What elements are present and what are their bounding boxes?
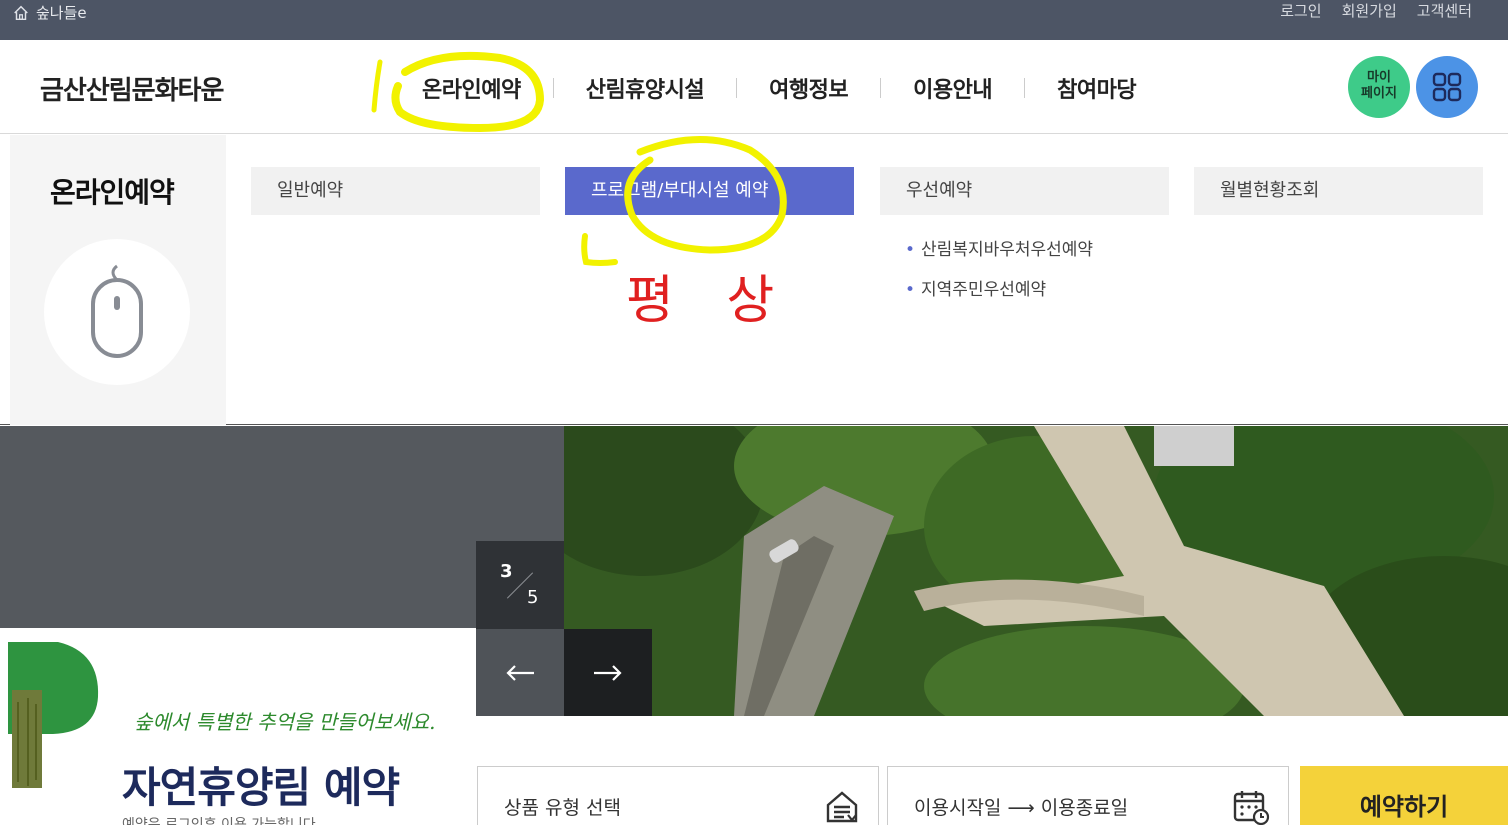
nav-participation[interactable]: 참여마당 (1025, 72, 1168, 104)
mypage-label-line1: 마이 (1367, 70, 1391, 85)
top-utility-bar: 숲나들e 로그인 회원가입 고객센터 (0, 0, 1508, 40)
hero-photo-forest-road (564, 426, 1508, 716)
product-type-label: 상품 유형 선택 (504, 797, 621, 819)
date-arrow: ⟶ (1007, 797, 1035, 819)
arrow-left-icon (506, 664, 534, 681)
mouse-icon (91, 264, 143, 358)
forest-photo (564, 426, 1508, 716)
nav-online-reservation[interactable]: 온라인예약 (390, 72, 553, 104)
home-icon (14, 5, 28, 20)
nav-usage-guide[interactable]: 이용안내 (881, 72, 1024, 104)
customer-center-link[interactable]: 고객센터 (1417, 0, 1472, 21)
utility-links: 로그인 회원가입 고객센터 (1280, 0, 1472, 21)
mega-menu-side-panel: 온라인예약 (10, 135, 226, 425)
slide-current: 3 (500, 561, 513, 582)
promo-title: 자연휴양림 예약 (122, 763, 400, 812)
signup-link[interactable]: 회원가입 (1342, 0, 1397, 21)
home-link[interactable]: 숲나들e (12, 2, 87, 23)
menu-program-facility-reservation[interactable]: 프로그램/부대시설 예약 (565, 167, 854, 215)
date-start-label: 이용시작일 (914, 797, 1002, 819)
date-end-label: 이용종료일 (1040, 797, 1129, 819)
nav-forest-facilities[interactable]: 산림휴양시설 (554, 72, 736, 104)
site-header: 금산산림문화타운 온라인예약 산림휴양시설 여행정보 이용안내 참여마당 마이 … (0, 40, 1508, 134)
main-nav: 온라인예약 산림휴양시설 여행정보 이용안내 참여마당 (390, 72, 1168, 104)
date-range-select[interactable]: 이용시작일 ⟶ 이용종료일 (887, 766, 1289, 825)
sub-local-resident-priority[interactable]: 지역주민우선예약 (905, 275, 1093, 300)
promo-tagline: 숲에서 특별한 추억을 만들어보세요. (134, 710, 436, 734)
product-type-select[interactable]: 상품 유형 선택 (477, 766, 879, 825)
mouse-icon-circle (44, 239, 190, 385)
calendar-icon (1233, 791, 1270, 825)
mega-menu-dropdown: 온라인예약 일반예약 프로그램/부대시설 예약 우선예약 월별현황조회 산림복지… (0, 135, 1508, 425)
menu-monthly-status[interactable]: 월별현황조회 (1194, 167, 1483, 215)
nav-travel-info[interactable]: 여행정보 (737, 72, 880, 104)
reserve-button[interactable]: 예약하기 (1300, 766, 1508, 825)
slide-counter: 3 5 (476, 541, 564, 629)
all-menu-button[interactable] (1416, 56, 1478, 118)
site-title[interactable]: 금산산림문화타운 (40, 70, 224, 107)
slide-total: 5 (527, 587, 539, 608)
house-list-icon (826, 791, 858, 823)
mypage-button[interactable]: 마이 페이지 (1348, 56, 1410, 118)
page: 숲나들e 로그인 회원가입 고객센터 금산산림문화타운 온라인예약 산림휴양시설… (0, 0, 1508, 825)
promo-panel: 숲에서 특별한 추억을 만들어보세요. 자연휴양림 예약 예약은 로그인후 이용… (0, 628, 476, 825)
menu-priority-reservation[interactable]: 우선예약 (880, 167, 1169, 215)
mega-menu-title: 온라인예약 (50, 176, 175, 209)
home-label: 숲나들e (36, 4, 87, 22)
login-link[interactable]: 로그인 (1280, 0, 1321, 21)
grid-icon (1432, 72, 1462, 102)
priority-sub-list: 산림복지바우처우선예약 지역주민우선예약 (905, 235, 1093, 315)
promo-subtitle: 예약은 로그인후 이용 가능합니다. (122, 817, 321, 825)
menu-general-reservation[interactable]: 일반예약 (251, 167, 540, 215)
arrow-right-icon (594, 664, 622, 681)
mypage-label-line2: 페이지 (1361, 86, 1397, 101)
slide-prev-button[interactable] (476, 629, 564, 716)
tree-illustration (8, 642, 99, 788)
slide-next-button[interactable] (564, 629, 652, 716)
sub-voucher-priority[interactable]: 산림복지바우처우선예약 (905, 235, 1093, 260)
